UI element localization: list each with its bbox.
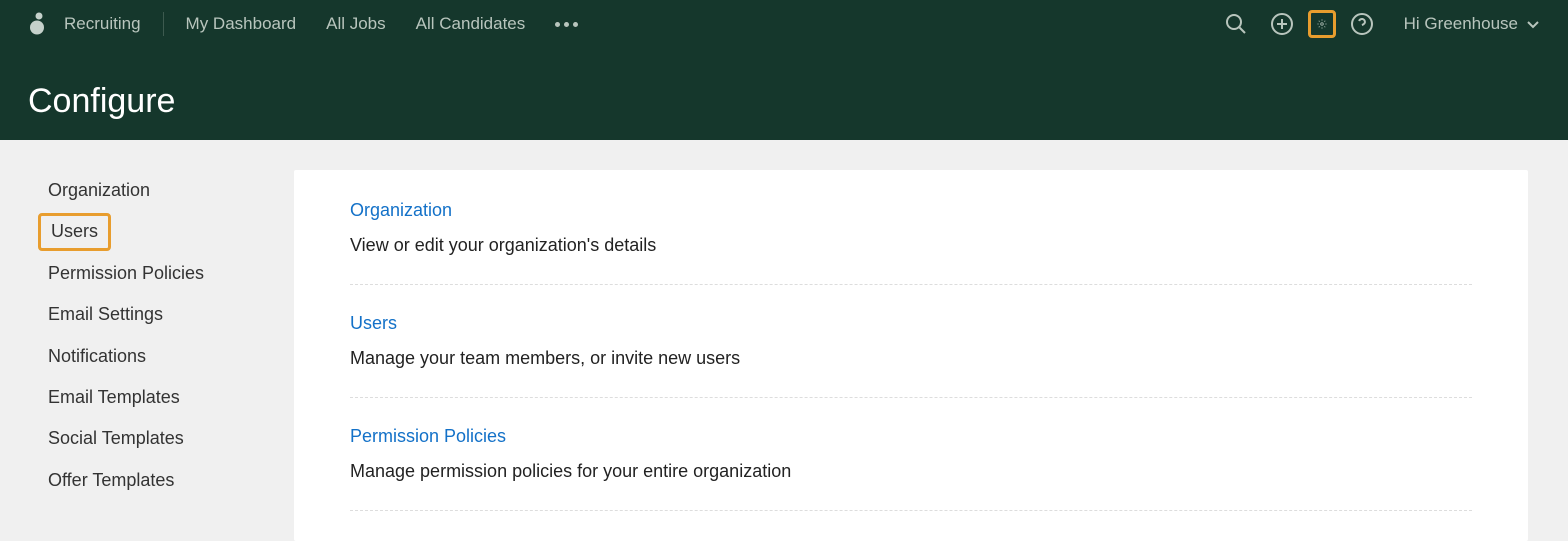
brand-name[interactable]: Recruiting bbox=[64, 14, 141, 34]
topnav: Recruiting My Dashboard All Jobs All Can… bbox=[0, 0, 1568, 48]
greeting-text: Hi Greenhouse bbox=[1404, 14, 1518, 34]
sidebar-item-permission-policies[interactable]: Permission Policies bbox=[48, 253, 294, 294]
section-desc-organization: View or edit your organization's details bbox=[350, 235, 1472, 256]
sidebar-item-offer-templates[interactable]: Offer Templates bbox=[48, 460, 294, 501]
sidebar-item-social-templates[interactable]: Social Templates bbox=[48, 418, 294, 459]
main-panel: Organization View or edit your organizat… bbox=[294, 170, 1528, 541]
user-menu[interactable]: Hi Greenhouse bbox=[1404, 14, 1540, 34]
section-desc-users: Manage your team members, or invite new … bbox=[350, 348, 1472, 369]
search-icon bbox=[1224, 12, 1248, 36]
section-title-permission-policies[interactable]: Permission Policies bbox=[350, 426, 1472, 447]
nav-right: Hi Greenhouse bbox=[1222, 10, 1540, 38]
search-button[interactable] bbox=[1222, 10, 1250, 38]
logo[interactable] bbox=[28, 12, 46, 36]
sidebar-item-notifications[interactable]: Notifications bbox=[48, 336, 294, 377]
section-title-users[interactable]: Users bbox=[350, 313, 1472, 334]
greenhouse-logo-icon bbox=[28, 12, 46, 36]
sidebar-item-users[interactable]: Users bbox=[38, 213, 111, 250]
header: Recruiting My Dashboard All Jobs All Can… bbox=[0, 0, 1568, 140]
section-permission-policies: Permission Policies Manage permission po… bbox=[350, 398, 1472, 511]
section-users: Users Manage your team members, or invit… bbox=[350, 285, 1472, 398]
plus-circle-icon bbox=[1270, 12, 1294, 36]
section-title-organization[interactable]: Organization bbox=[350, 200, 1472, 221]
help-circle-icon bbox=[1350, 12, 1374, 36]
section-organization: Organization View or edit your organizat… bbox=[350, 200, 1472, 285]
sidebar-item-email-settings[interactable]: Email Settings bbox=[48, 294, 294, 335]
gear-icon bbox=[1317, 12, 1327, 36]
help-button[interactable] bbox=[1348, 10, 1376, 38]
nav-my-dashboard[interactable]: My Dashboard bbox=[186, 14, 297, 34]
nav-all-jobs[interactable]: All Jobs bbox=[326, 14, 386, 34]
more-menu-icon[interactable] bbox=[555, 22, 578, 27]
section-desc-permission-policies: Manage permission policies for your enti… bbox=[350, 461, 1472, 482]
sidebar-item-email-templates[interactable]: Email Templates bbox=[48, 377, 294, 418]
sidebar-item-organization[interactable]: Organization bbox=[48, 170, 294, 211]
content-area: Organization Users Permission Policies E… bbox=[0, 140, 1568, 541]
chevron-down-icon bbox=[1526, 17, 1540, 31]
nav-divider bbox=[163, 12, 164, 36]
page-title: Configure bbox=[0, 48, 1568, 121]
nav-all-candidates[interactable]: All Candidates bbox=[416, 14, 526, 34]
add-button[interactable] bbox=[1268, 10, 1296, 38]
sidebar: Organization Users Permission Policies E… bbox=[0, 170, 294, 541]
settings-button[interactable] bbox=[1308, 10, 1336, 38]
